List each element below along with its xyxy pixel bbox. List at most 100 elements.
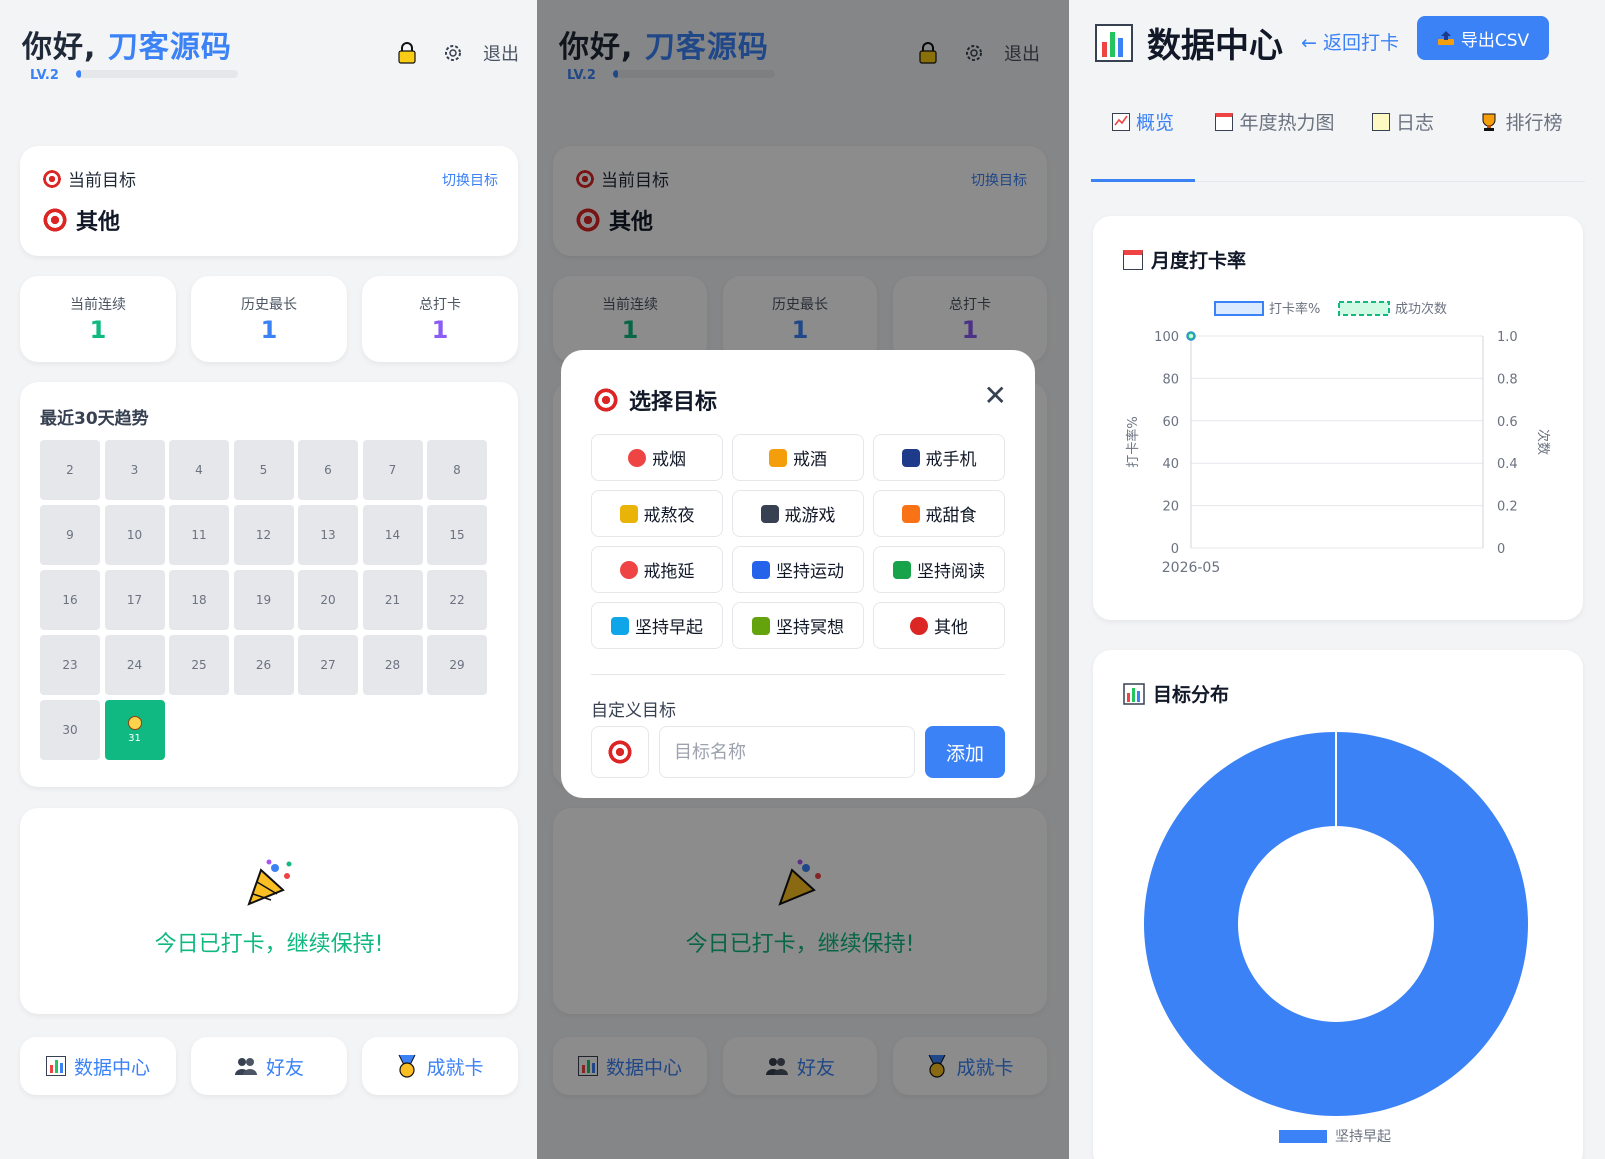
nav-data-center-button[interactable]: 数据中心 (20, 1037, 176, 1095)
current-goal-label: 当前目标 (42, 166, 136, 191)
day-number: 30 (62, 723, 78, 737)
trophy-icon (1482, 113, 1496, 131)
calendar-day: 11 (169, 505, 229, 565)
goal-option[interactable]: 戒酒 (732, 434, 864, 481)
upload-icon (1437, 31, 1454, 45)
calendar-day: 31 (104, 700, 165, 760)
calendar-day: 6 (298, 440, 358, 500)
target-icon (42, 168, 62, 189)
tab-log[interactable]: 日志 (1363, 108, 1443, 138)
sunrise-icon (611, 616, 629, 635)
day-number: 22 (449, 593, 465, 607)
stat-longest-streak: 历史最长 1 (191, 276, 347, 362)
day-number: 10 (126, 528, 143, 542)
stat-current-streak: 当前连续 1 (20, 276, 176, 362)
close-icon[interactable]: ✕ (984, 382, 1007, 410)
y2-tick-label: 0.8 (1497, 372, 1518, 387)
goal-option[interactable]: 戒烟 (591, 434, 723, 481)
level-progress-fill (76, 70, 81, 78)
y2-tick-label: 0.4 (1497, 457, 1518, 472)
calendar-day: 25 (169, 635, 229, 695)
target-icon (42, 207, 68, 233)
nav-label: 数据中心 (73, 1056, 150, 1079)
y-tick-label: 60 (1162, 415, 1179, 430)
calendar-day: 27 (298, 635, 358, 695)
goal-option[interactable]: 坚持早起 (591, 602, 723, 649)
stat-label: 历史最长 (241, 297, 297, 313)
calendar-day: 12 (233, 505, 294, 565)
add-goal-button[interactable]: 添加 (925, 726, 1005, 778)
emoji-picker-button[interactable] (591, 726, 649, 778)
goal-option[interactable]: 坚持阅读 (873, 546, 1005, 593)
goal-option[interactable]: 戒熬夜 (591, 490, 723, 537)
calendar-day: 15 (427, 505, 487, 565)
goal-option[interactable]: 坚持冥想 (732, 602, 864, 649)
export-csv-button[interactable]: 导出CSV (1417, 16, 1549, 60)
data-center-screen: 数据中心 ← 返回打卡 导出CSV 概览 年度热力图 日志 排行榜 月度打卡率 … (1069, 0, 1605, 1159)
goal-option[interactable]: 戒游戏 (732, 490, 864, 537)
goal-option-label: 坚持阅读 (917, 562, 985, 582)
gamepad-icon (760, 504, 779, 523)
phone-icon (901, 448, 920, 467)
tab-overview[interactable]: 概览 (1091, 108, 1195, 138)
target-icon (607, 739, 633, 765)
calendar-day: 2 (40, 440, 100, 500)
goal-option[interactable]: 戒甜食 (873, 490, 1005, 537)
day-number: 12 (255, 528, 272, 542)
goal-option[interactable]: 戒拖延 (591, 546, 723, 593)
goal-distribution-chart: 坚持早起 (1143, 732, 1528, 1145)
tab-leaderboard[interactable]: 排行榜 (1471, 108, 1571, 138)
divider (591, 674, 1005, 675)
day-number: 27 (320, 658, 336, 672)
checkin-screen: 你好, 刀客源码 LV.2 退出 当前目标 切换目标 其他 当前连续 1 历史最… (0, 0, 537, 1159)
current-goal-name: 其他 (42, 204, 120, 236)
y-tick-label: 0 (1171, 542, 1179, 557)
goal-name-input[interactable] (659, 726, 915, 778)
day-number: 4 (195, 463, 203, 477)
goal-option[interactable]: 戒手机 (873, 434, 1005, 481)
y-tick-label: 20 (1162, 500, 1179, 515)
day-number: 31 (128, 733, 141, 744)
level-label: LV.2 (30, 68, 59, 83)
calendar-icon (1215, 113, 1234, 131)
goal-option[interactable]: 其他 (873, 602, 1005, 649)
stat-value: 1 (89, 316, 107, 344)
y2-tick-label: 0 (1497, 542, 1505, 557)
goal-option-label: 戒手机 (925, 450, 977, 470)
day-number: 7 (388, 463, 397, 477)
nav-achievements-button[interactable]: 成就卡 (362, 1037, 518, 1095)
stat-value: 1 (431, 316, 449, 344)
goal-option-label: 坚持运动 (776, 562, 844, 582)
medal-icon (399, 1054, 416, 1078)
tab-annual-heatmap[interactable]: 年度热力图 (1215, 108, 1335, 138)
calendar-day: 16 (40, 570, 100, 630)
smile-icon (127, 716, 142, 730)
trend-title: 最近30天趋势 (40, 409, 149, 429)
day-number: 3 (130, 463, 139, 477)
chart-check-icon (1111, 113, 1130, 131)
legend-swatch (1279, 1130, 1327, 1143)
goal-option-label: 坚持早起 (635, 618, 703, 638)
back-to-checkin-link[interactable]: ← 返回打卡 (1301, 28, 1399, 55)
switch-goal-link[interactable]: 切换目标 (442, 170, 498, 190)
day-number: 16 (62, 593, 78, 607)
day-number: 26 (255, 658, 272, 672)
bar-chart-icon (1123, 682, 1145, 705)
goal-option[interactable]: 坚持运动 (732, 546, 864, 593)
nav-friends-button[interactable]: 好友 (191, 1037, 347, 1095)
level-progress-bar (76, 70, 238, 78)
checkin-done-message: 今日已打卡，继续保持! (154, 932, 384, 957)
day-number: 20 (320, 593, 336, 607)
legend-label: 成功次数 (1395, 301, 1447, 317)
calendar-day: 4 (169, 440, 229, 500)
y2-tick-label: 0.6 (1497, 415, 1518, 430)
goal-option-label: 其他 (934, 618, 968, 638)
logout-link[interactable]: 退出 (483, 40, 519, 66)
tab-bar: 概览 年度热力图 日志 排行榜 (1091, 108, 1585, 182)
lock-icon[interactable] (394, 40, 420, 66)
bar-chart-icon (45, 1056, 66, 1076)
day-number: 15 (449, 528, 465, 542)
gear-icon[interactable] (440, 40, 466, 66)
day-number: 6 (324, 463, 332, 477)
day-number: 19 (255, 593, 272, 607)
